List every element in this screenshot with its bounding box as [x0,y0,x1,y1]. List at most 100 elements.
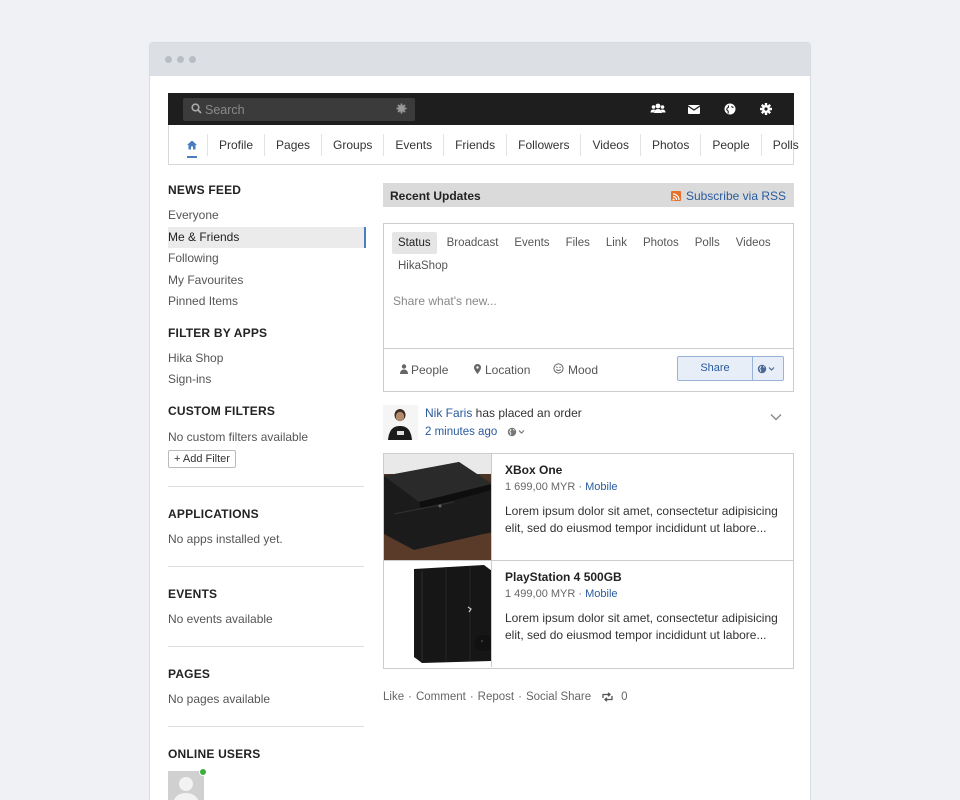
product-price-line: 1 499,00 MYR · Mobile [505,588,618,600]
product-price: 1 499,00 MYR [505,588,576,600]
app-item-hika-shop[interactable]: Hika Shop [168,348,364,370]
tab-status[interactable]: Status [392,232,437,254]
location-button[interactable]: Location [474,363,530,377]
tab-photos[interactable]: Photos [637,232,685,254]
recent-updates-header: Recent Updates Subscribe via RSS [383,183,794,207]
main-column: Recent Updates Subscribe via RSS Status … [383,183,794,703]
product-image-ps4[interactable] [384,561,492,667]
feed-item-me-friends[interactable]: Me & Friends [168,226,366,248]
app-item-sign-ins[interactable]: Sign-ins [168,369,364,391]
nav-pages[interactable]: Pages [264,133,321,156]
composer-input[interactable]: Share what's new... [393,294,497,308]
tab-broadcast[interactable]: Broadcast [441,232,505,254]
product-image-xbox[interactable] [384,454,492,560]
feed-item-following[interactable]: Following [168,248,364,270]
nav-polls[interactable]: Polls [760,133,810,156]
sidebar: NEWS FEED Everyone Me & Friends Followin… [168,183,366,800]
add-filter-button[interactable]: + Add Filter [168,449,236,468]
section-title-custom-filters: CUSTOM FILTERS [168,403,276,418]
news-feed-list: Everyone Me & Friends Following My Favou… [168,205,366,313]
events-empty: No events available [168,611,273,626]
nav-photos[interactable]: Photos [639,133,700,156]
divider [168,645,364,647]
mail-icon[interactable] [686,101,702,117]
tab-polls[interactable]: Polls [689,232,726,254]
share-button[interactable]: Share [678,357,753,380]
feed-item-pinned[interactable]: Pinned Items [168,291,364,313]
comment-link[interactable]: Comment [416,691,466,703]
section-title-pages: PAGES [168,666,211,681]
social-share-link[interactable]: Social Share [526,691,591,703]
author-avatar[interactable] [383,405,418,440]
nav-followers[interactable]: Followers [506,133,580,156]
composer-footer: People Location Mood Share [384,348,793,391]
product-info: PlayStation 4 500GB 1 499,00 MYR · Mobil… [505,570,785,644]
section-title-applications: APPLICATIONS [168,506,259,521]
composer-tabs: Status Broadcast Events Files Link Photo… [392,232,782,254]
recent-updates-title: Recent Updates [390,189,481,203]
product-card[interactable]: PlayStation 4 500GB 1 499,00 MYR · Mobil… [383,561,794,669]
online-user-avatar[interactable] [168,767,207,800]
tab-hikashop[interactable]: HikaShop [392,260,454,272]
product-name[interactable]: XBox One [505,463,785,477]
post-privacy-icon[interactable] [507,427,527,437]
post-timestamp[interactable]: 2 minutes ago [425,426,497,438]
post-options-chevron-icon[interactable] [770,413,782,421]
product-price: 1 699,00 MYR [505,481,576,493]
ps4-console-image [384,561,491,667]
location-pin-icon [474,364,481,374]
like-link[interactable]: Like [383,691,404,703]
person-icon [400,364,408,374]
author-name-link[interactable]: Nik Faris [425,406,472,420]
product-name[interactable]: PlayStation 4 500GB [505,570,785,584]
nav-profile[interactable]: Profile [207,133,264,156]
divider [168,565,364,567]
search-box[interactable] [183,98,415,121]
online-status-dot [199,767,207,776]
nav-events[interactable]: Events [383,133,443,156]
section-title-filter-apps: FILTER BY APPS [168,325,268,340]
search-icon [191,103,202,114]
post-header: Nik Faris has placed an order [425,406,582,420]
product-category-link[interactable]: Mobile [585,588,617,600]
globe-icon[interactable] [722,101,738,117]
product-category-link[interactable]: Mobile [585,481,617,493]
product-card[interactable]: XBox One 1 699,00 MYR · Mobile Lorem ips… [383,453,794,561]
post-meta: 2 minutes ago [425,426,527,438]
window-dot [177,56,184,63]
post-action-text: has placed an order [472,406,582,420]
browser-window: Profile Pages Groups Events Friends Foll… [149,42,811,800]
friends-icon[interactable] [650,101,666,117]
search-settings-icon[interactable] [396,103,407,114]
product-description: Lorem ipsum dolor sit amet, consectetur … [505,611,778,642]
nav-groups[interactable]: Groups [321,133,383,156]
story-composer: Status Broadcast Events Files Link Photo… [383,223,794,392]
repost-link[interactable]: Repost [478,691,514,703]
home-icon [187,140,197,149]
product-description: Lorem ipsum dolor sit amet, consectetur … [505,504,778,535]
nav-home[interactable] [177,134,207,158]
settings-icon[interactable] [758,101,774,117]
people-label: People [411,363,449,377]
tab-link[interactable]: Link [600,232,633,254]
feed-item-favourites[interactable]: My Favourites [168,270,364,292]
custom-filters-empty: No custom filters available [168,429,309,444]
mood-button[interactable]: Mood [553,363,598,377]
tab-events[interactable]: Events [508,232,555,254]
feed-item-everyone[interactable]: Everyone [168,205,364,227]
tab-videos[interactable]: Videos [730,232,777,254]
repost-icon [602,692,613,702]
location-label: Location [485,363,531,377]
separator: · [469,691,474,703]
rss-icon [670,191,681,201]
tag-people-button[interactable]: People [400,363,448,377]
search-input[interactable] [205,101,385,118]
nav-people[interactable]: People [700,133,760,156]
rss-link[interactable]: Subscribe via RSS [670,189,786,203]
tab-files[interactable]: Files [560,232,596,254]
privacy-dropdown[interactable] [757,363,777,377]
nav-videos[interactable]: Videos [580,133,639,156]
section-title-online-users: ONLINE USERS [168,746,261,761]
nav-friends[interactable]: Friends [443,133,506,156]
xbox-console-image [384,454,491,560]
